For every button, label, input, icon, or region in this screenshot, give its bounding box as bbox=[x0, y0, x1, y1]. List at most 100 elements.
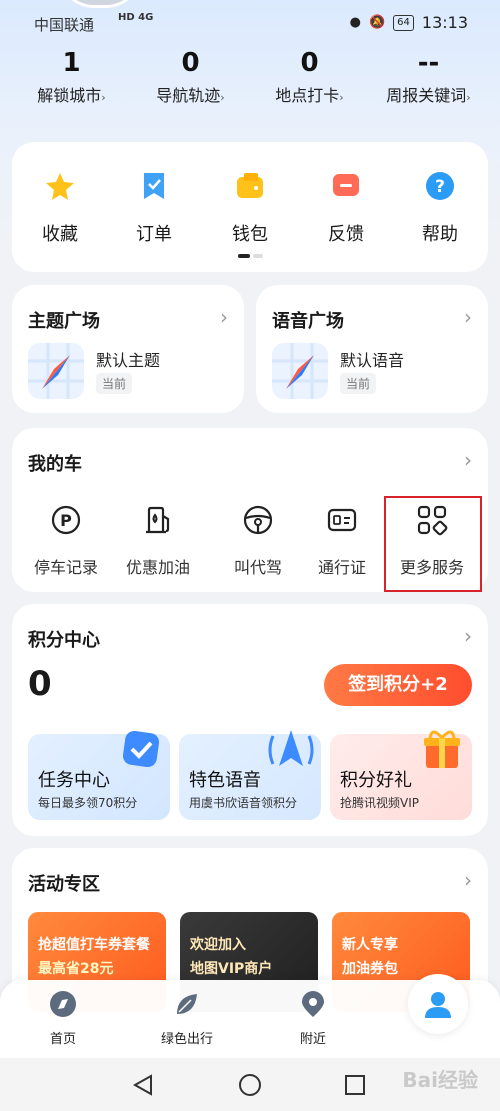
compass-arrow-icon bbox=[272, 343, 328, 399]
stat-label: 周报关键词 bbox=[386, 86, 467, 105]
banner-line2: 地图VIP商户 bbox=[190, 961, 273, 977]
parking-record-button[interactable]: P 停车记录 bbox=[20, 504, 112, 578]
theme-current-badge: 当前 bbox=[96, 373, 133, 394]
nav-home[interactable]: 首页 bbox=[18, 990, 108, 1047]
bottom-nav: 首页 绿色出行 附近 bbox=[0, 974, 500, 1058]
user-stats: 1 解锁城市› 0 导航轨迹› 0 地点打卡› -- 周报关键词› bbox=[12, 30, 488, 130]
svg-text:?: ? bbox=[435, 177, 445, 197]
battery-indicator: 64 bbox=[393, 14, 414, 31]
stat-value: -- bbox=[417, 48, 440, 78]
stat-weekly-keywords[interactable]: -- 周报关键词› bbox=[369, 48, 488, 106]
steering-wheel-icon bbox=[243, 505, 273, 535]
location-pin-icon bbox=[302, 991, 324, 1017]
favorites-button[interactable]: 收藏 bbox=[20, 170, 100, 246]
points-gift-subtitle: 抢腾讯视频VIP bbox=[340, 796, 419, 810]
wallet-button[interactable]: 钱包 bbox=[210, 170, 290, 246]
pass-label: 通行证 bbox=[317, 558, 366, 577]
voice-plaza-title: 语音广场 bbox=[272, 311, 344, 332]
svg-text:P: P bbox=[60, 511, 72, 530]
chevron-right-icon: › bbox=[220, 91, 225, 104]
task-center-subtitle: 每日最多领70积分 bbox=[38, 796, 138, 810]
wallet-icon bbox=[237, 173, 263, 198]
signin-points-button[interactable]: 签到积分+2 bbox=[324, 664, 472, 706]
highlight-box bbox=[384, 496, 482, 592]
stat-nav-tracks[interactable]: 0 导航轨迹› bbox=[131, 48, 250, 106]
nav-me-button[interactable] bbox=[408, 974, 468, 1034]
banner-line2: 最高省28元 bbox=[38, 961, 114, 977]
points-balance: 0 bbox=[28, 664, 52, 704]
stat-label: 地点打卡 bbox=[275, 86, 340, 105]
banner-line2: 加油券包 bbox=[342, 961, 398, 977]
voice-plaza-card[interactable]: 语音广场 › 默认语音 当前 bbox=[256, 285, 488, 413]
chevron-right-icon: › bbox=[464, 305, 472, 329]
pass-button[interactable]: 通行证 bbox=[296, 504, 388, 578]
stat-checkins[interactable]: 0 地点打卡› bbox=[250, 48, 369, 106]
orders-label: 订单 bbox=[136, 224, 172, 245]
chevron-right-icon: › bbox=[466, 91, 471, 104]
gift-box-icon bbox=[424, 730, 460, 768]
recents-square-icon[interactable] bbox=[344, 1074, 366, 1096]
banner-line1: 新人专享 bbox=[342, 937, 398, 953]
parking-record-label: 停车记录 bbox=[33, 558, 98, 577]
parking-icon: P bbox=[51, 505, 81, 535]
points-gift-title: 积分好礼 bbox=[340, 770, 412, 791]
voice-name: 默认语音 bbox=[340, 351, 405, 370]
compass-arrow-icon bbox=[28, 343, 84, 399]
mute-icon: 🔕 bbox=[368, 15, 386, 30]
chevron-right-icon[interactable]: › bbox=[464, 448, 472, 472]
feedback-icon bbox=[333, 174, 359, 196]
voice-arrow-icon bbox=[268, 730, 314, 766]
nav-green-travel[interactable]: 绿色出行 bbox=[142, 990, 232, 1047]
help-button[interactable]: ? 帮助 bbox=[400, 170, 480, 246]
points-center-title: 积分中心 bbox=[28, 630, 100, 651]
stat-unlocked-cities[interactable]: 1 解锁城市› bbox=[12, 48, 131, 106]
special-voice-title: 特色语音 bbox=[189, 770, 261, 791]
theme-plaza-title: 主题广场 bbox=[28, 311, 100, 332]
stat-value: 1 bbox=[62, 48, 81, 78]
stat-label: 解锁城市 bbox=[37, 86, 102, 105]
nav-nearby[interactable]: 附近 bbox=[268, 990, 358, 1047]
leaf-icon bbox=[177, 994, 197, 1014]
bookmark-order-icon bbox=[144, 173, 164, 199]
help-label: 帮助 bbox=[422, 224, 458, 245]
chevron-right-icon[interactable]: › bbox=[464, 868, 472, 892]
task-center-card[interactable]: 任务中心 每日最多领70积分 bbox=[28, 730, 170, 820]
stat-label: 导航轨迹 bbox=[156, 86, 221, 105]
banner-line1: 欢迎加入 bbox=[190, 937, 246, 953]
watermark: Bai经验 bbox=[402, 1068, 478, 1092]
my-car-title: 我的车 bbox=[28, 454, 82, 475]
chevron-right-icon[interactable]: › bbox=[464, 624, 472, 648]
special-voice-subtitle: 用虞书欣语音领积分 bbox=[189, 796, 298, 810]
special-voice-card[interactable]: 特色语音 用虞书欣语音领积分 bbox=[179, 730, 321, 820]
feedback-button[interactable]: 反馈 bbox=[306, 170, 386, 246]
quick-actions: 收藏 订单 钱包 反馈 ? 帮助 bbox=[12, 142, 488, 272]
help-icon: ? bbox=[426, 172, 454, 200]
chevron-right-icon: › bbox=[220, 305, 228, 329]
compass-icon bbox=[50, 991, 76, 1017]
stat-value: 0 bbox=[300, 48, 319, 78]
nav-green-travel-label: 绿色出行 bbox=[160, 1032, 213, 1047]
designated-driver-button[interactable]: 叫代驾 bbox=[212, 504, 304, 578]
voice-current-badge: 当前 bbox=[340, 373, 377, 394]
points-gift-card[interactable]: 积分好礼 抢腾讯视频VIP bbox=[330, 730, 472, 820]
back-triangle-icon[interactable] bbox=[132, 1074, 154, 1096]
fuel-pump-icon bbox=[146, 506, 170, 534]
orders-button[interactable]: 订单 bbox=[114, 170, 194, 246]
location-status-icon: ● bbox=[349, 15, 361, 30]
wallet-label: 钱包 bbox=[232, 224, 268, 245]
home-circle-icon[interactable] bbox=[238, 1073, 262, 1097]
fuel-discount-button[interactable]: 优惠加油 bbox=[112, 504, 204, 578]
theme-plaza-card[interactable]: 主题广场 › 默认主题 当前 bbox=[12, 285, 244, 413]
page-indicator bbox=[238, 254, 263, 258]
banner-line1: 抢超值打车券套餐 bbox=[38, 937, 150, 953]
fuel-discount-label: 优惠加油 bbox=[125, 558, 190, 577]
designated-driver-label: 叫代驾 bbox=[233, 558, 282, 577]
star-icon bbox=[46, 173, 74, 200]
chevron-right-icon: › bbox=[339, 91, 344, 104]
nav-nearby-label: 附近 bbox=[299, 1032, 326, 1047]
stat-value: 0 bbox=[181, 48, 200, 78]
network-indicator: HD 4G bbox=[118, 12, 154, 23]
points-center-card: 积分中心 › 0 签到积分+2 任务中心 每日最多领70积分 特色语音 用虞书欣… bbox=[12, 604, 488, 836]
task-center-title: 任务中心 bbox=[38, 770, 110, 791]
nav-home-label: 首页 bbox=[49, 1032, 76, 1047]
